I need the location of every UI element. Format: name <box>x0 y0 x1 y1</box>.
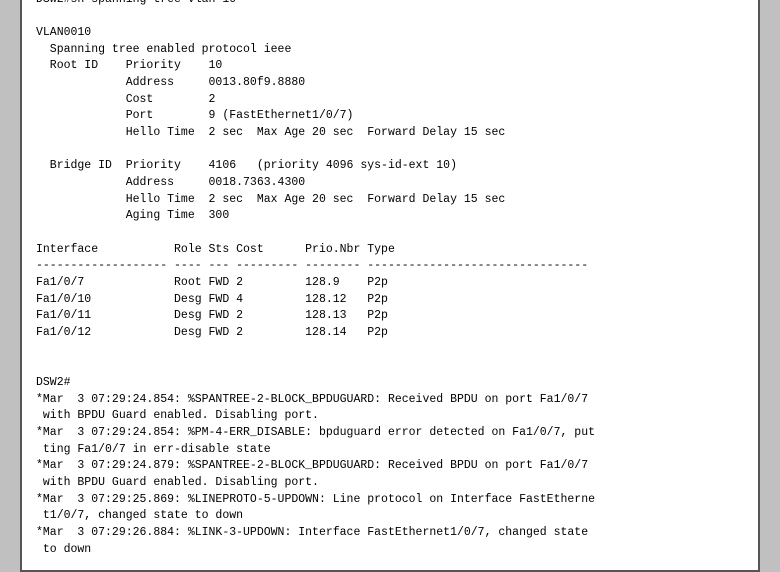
terminal-line-4: Root ID Priority 10 <box>36 58 744 75</box>
terminal-line-9 <box>36 142 744 159</box>
terminal-line-11: Address 0018.7363.4300 <box>36 175 744 192</box>
terminal-line-27: ting Fa1/0/7 in err-disable state <box>36 442 744 459</box>
terminal-line-29: with BPDU Guard enabled. Disabling port. <box>36 475 744 492</box>
terminal-line-7: Port 9 (FastEthernet1/0/7) <box>36 108 744 125</box>
terminal-line-32: *Mar 3 07:29:26.884: %LINK-3-UPDOWN: Int… <box>36 525 744 542</box>
terminal-line-19: Fa1/0/11 Desg FWD 2 128.13 P2p <box>36 308 744 325</box>
terminal-line-14 <box>36 225 744 242</box>
terminal-line-3: Spanning tree enabled protocol ieee <box>36 42 744 59</box>
terminal-line-10: Bridge ID Priority 4106 (priority 4096 s… <box>36 158 744 175</box>
terminal-line-5: Address 0013.80f9.8880 <box>36 75 744 92</box>
terminal-line-31: t1/0/7, changed state to down <box>36 508 744 525</box>
terminal-line-33: to down <box>36 542 744 559</box>
terminal-line-6: Cost 2 <box>36 92 744 109</box>
terminal-line-20: Fa1/0/12 Desg FWD 2 128.14 P2p <box>36 325 744 342</box>
terminal-line-26: *Mar 3 07:29:24.854: %PM-4-ERR_DISABLE: … <box>36 425 744 442</box>
terminal-line-12: Hello Time 2 sec Max Age 20 sec Forward … <box>36 192 744 209</box>
terminal-line-22 <box>36 358 744 375</box>
terminal-line-8: Hello Time 2 sec Max Age 20 sec Forward … <box>36 125 744 142</box>
terminal-line-15: Interface Role Sts Cost Prio.Nbr Type <box>36 242 744 259</box>
terminal-line-13: Aging Time 300 <box>36 208 744 225</box>
terminal-line-17: Fa1/0/7 Root FWD 2 128.9 P2p <box>36 275 744 292</box>
terminal-line-0: DSW2#sh spanning-tree vlan 10 <box>36 0 744 8</box>
terminal-line-2: VLAN0010 <box>36 25 744 42</box>
terminal-line-18: Fa1/0/10 Desg FWD 4 128.12 P2p <box>36 292 744 309</box>
terminal-window: DSW2#sh spanning-tree vlan 10 VLAN0010 S… <box>20 0 760 572</box>
terminal-line-1 <box>36 8 744 25</box>
terminal-line-16: ------------------- ---- --- --------- -… <box>36 258 744 275</box>
terminal-line-23: DSW2# <box>36 375 744 392</box>
terminal-line-24: *Mar 3 07:29:24.854: %SPANTREE-2-BLOCK_B… <box>36 392 744 409</box>
terminal-line-30: *Mar 3 07:29:25.869: %LINEPROTO-5-UPDOWN… <box>36 492 744 509</box>
terminal-line-21 <box>36 342 744 359</box>
terminal-line-25: with BPDU Guard enabled. Disabling port. <box>36 408 744 425</box>
terminal-line-28: *Mar 3 07:29:24.879: %SPANTREE-2-BLOCK_B… <box>36 458 744 475</box>
